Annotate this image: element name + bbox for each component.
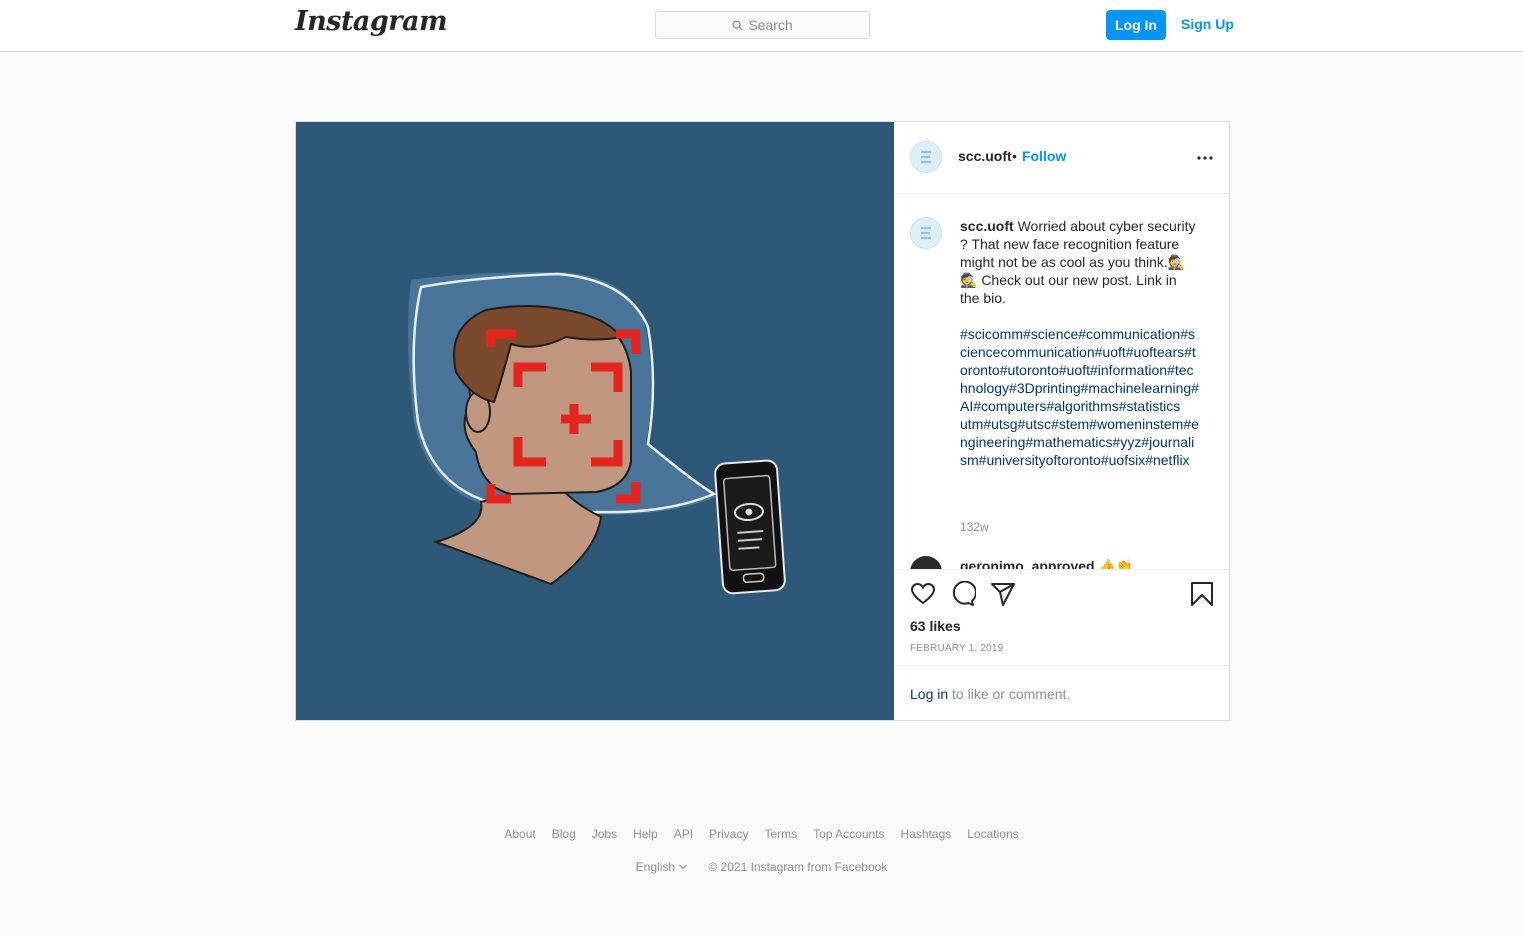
comment-icon[interactable] [950, 581, 976, 607]
footer-link-api[interactable]: API [674, 827, 693, 841]
footer-link-about[interactable]: About [504, 827, 535, 841]
share-icon[interactable] [990, 581, 1016, 607]
comment-item: geronimo_approved 👍👏 [960, 558, 1133, 569]
login-prompt-text: to like or comment. [948, 686, 1071, 702]
footer-link-blog[interactable]: Blog [552, 827, 576, 841]
top-navigation-bar: Instagram Search Log In Sign Up [0, 0, 1523, 52]
post-date: FEBRUARY 1, 2019 [910, 643, 1004, 654]
login-link[interactable]: Log in [910, 686, 948, 702]
post-username[interactable]: scc.uoft [958, 148, 1012, 164]
avatar[interactable] [910, 556, 942, 569]
hashtags[interactable]: #scicomm#science#communication#scienceco… [960, 326, 1199, 468]
footer-link-jobs[interactable]: Jobs [592, 827, 617, 841]
search-icon [732, 19, 743, 31]
scc-logo-icon [921, 226, 931, 240]
likes-count[interactable]: 63 likes [910, 618, 961, 634]
post-header: scc.uoft • Follow [894, 122, 1229, 194]
login-button[interactable]: Log In [1106, 10, 1166, 40]
footer-link-hashtags[interactable]: Hashtags [901, 827, 952, 841]
avatar[interactable] [910, 217, 942, 249]
caption-username[interactable]: scc.uoft [960, 218, 1014, 234]
post-image[interactable] [296, 122, 894, 720]
instagram-logo[interactable]: Instagram [295, 6, 448, 37]
search-placeholder: Search [748, 17, 793, 33]
chevron-down-icon [679, 864, 688, 870]
copyright: © 2021 Instagram from Facebook [708, 860, 888, 874]
post-card: scc.uoft • Follow scc.uoft Worried about… [295, 121, 1230, 721]
footer-link-top-accounts[interactable]: Top Accounts [813, 827, 884, 841]
caption-timestamp[interactable]: 132w [960, 520, 989, 534]
post-caption: scc.uoft Worried about cyber security ? … [960, 217, 1199, 469]
post-actions: 63 likes FEBRUARY 1, 2019 [894, 569, 1229, 666]
search-input[interactable]: Search [655, 11, 870, 39]
more-options-icon[interactable] [1195, 153, 1215, 163]
language-select[interactable]: English [636, 860, 689, 874]
follow-button[interactable]: Follow [1022, 148, 1066, 164]
separator-dot: • [1012, 148, 1017, 164]
signup-link[interactable]: Sign Up [1181, 16, 1234, 32]
bookmark-icon[interactable] [1189, 581, 1215, 607]
footer-link-locations[interactable]: Locations [967, 827, 1018, 841]
face-recognition-illustration [408, 272, 786, 595]
footer-links: About Blog Jobs Help API Privacy Terms T… [0, 827, 1523, 841]
footer-link-help[interactable]: Help [633, 827, 658, 841]
scc-logo-icon [921, 150, 931, 164]
language-label: English [635, 860, 676, 874]
heart-icon[interactable] [910, 581, 936, 607]
comments-list[interactable]: scc.uoft Worried about cyber security ? … [894, 194, 1229, 569]
login-prompt: Log in to like or comment. [894, 665, 1229, 721]
post-sidebar: scc.uoft • Follow scc.uoft Worried about… [894, 122, 1229, 720]
comment-text: 👍👏 [1094, 558, 1134, 569]
comment-username[interactable]: geronimo_approved [960, 558, 1095, 569]
footer-link-terms[interactable]: Terms [764, 827, 797, 841]
avatar[interactable] [910, 141, 942, 173]
footer-link-privacy[interactable]: Privacy [709, 827, 748, 841]
footer-bottom: English © 2021 Instagram from Facebook [0, 860, 1523, 874]
